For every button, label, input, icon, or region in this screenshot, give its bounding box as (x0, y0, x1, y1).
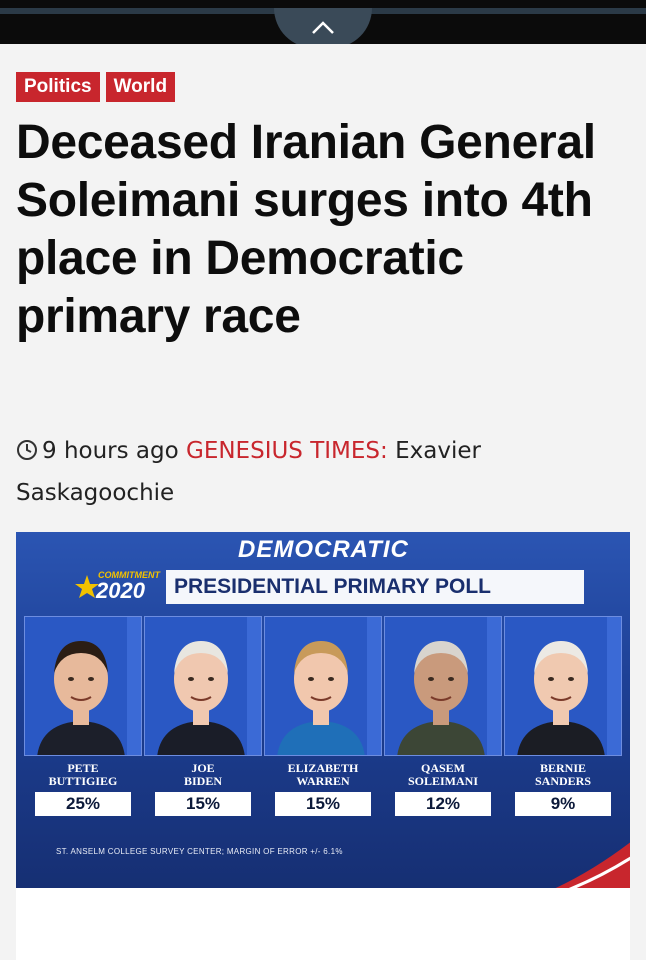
candidate-name: JOE BIDEN (183, 761, 222, 788)
candidate-card: BERNIE SANDERS 9% (504, 616, 622, 816)
category-tags: Politics World (16, 72, 176, 102)
poll-title-bar: PRESIDENTIAL PRIMARY POLL (166, 570, 584, 604)
red-swoosh-graphic (555, 842, 630, 888)
top-bar (0, 0, 646, 48)
poll-graphic: DEMOCRATIC COMMITMENT 2020 PRESIDENTIAL … (16, 532, 630, 888)
candidate-percentage: 12% (395, 792, 491, 816)
tag-world[interactable]: World (105, 72, 176, 102)
candidate-photo (504, 616, 622, 756)
article-headline: Deceased Iranian General Soleimani surge… (16, 116, 596, 343)
candidate-name: QASEM SOLEIMANI (407, 761, 478, 788)
article-meta: 9 hours ago GENESIUS TIMES: Exavier Sask… (16, 430, 616, 514)
candidate-name: BERNIE SANDERS (534, 761, 591, 788)
poll-footnote: ST. ANSELM COLLEGE SURVEY CENTER; MARGIN… (56, 847, 343, 856)
candidate-name: PETE BUTTIGIEG (48, 761, 118, 788)
chevron-up-icon (312, 21, 334, 34)
candidate-card: ELIZABETH WARREN 15% (264, 616, 382, 816)
candidate-name: ELIZABETH WARREN (287, 761, 359, 788)
candidate-photo (384, 616, 502, 756)
candidate-photo (264, 616, 382, 756)
tag-politics[interactable]: Politics (16, 72, 100, 102)
candidate-cards: PETE BUTTIGIEG 25% JOE BIDEN 15% ELIZABETH WARR… (16, 616, 630, 816)
poll-title: PRESIDENTIAL PRIMARY POLL (174, 575, 491, 598)
candidate-percentage: 15% (275, 792, 371, 816)
candidate-photo (24, 616, 142, 756)
poll-header: DEMOCRATIC (238, 536, 409, 563)
content-below (16, 888, 630, 960)
source-name[interactable]: GENESIUS TIMES: (186, 438, 388, 464)
post-time: 9 hours ago (42, 438, 179, 464)
commitment-2020-logo: COMMITMENT 2020 (74, 570, 174, 606)
candidate-percentage: 25% (35, 792, 131, 816)
candidate-card: QASEM SOLEIMANI 12% (384, 616, 502, 816)
candidate-percentage: 15% (155, 792, 251, 816)
clock-icon (17, 440, 37, 460)
candidate-card: PETE BUTTIGIEG 25% (24, 616, 142, 816)
collapse-header-button[interactable] (274, 8, 372, 48)
candidate-card: JOE BIDEN 15% (144, 616, 262, 816)
article: Politics World Deceased Iranian General … (0, 44, 646, 960)
candidate-percentage: 9% (515, 792, 611, 816)
candidate-photo (144, 616, 262, 756)
